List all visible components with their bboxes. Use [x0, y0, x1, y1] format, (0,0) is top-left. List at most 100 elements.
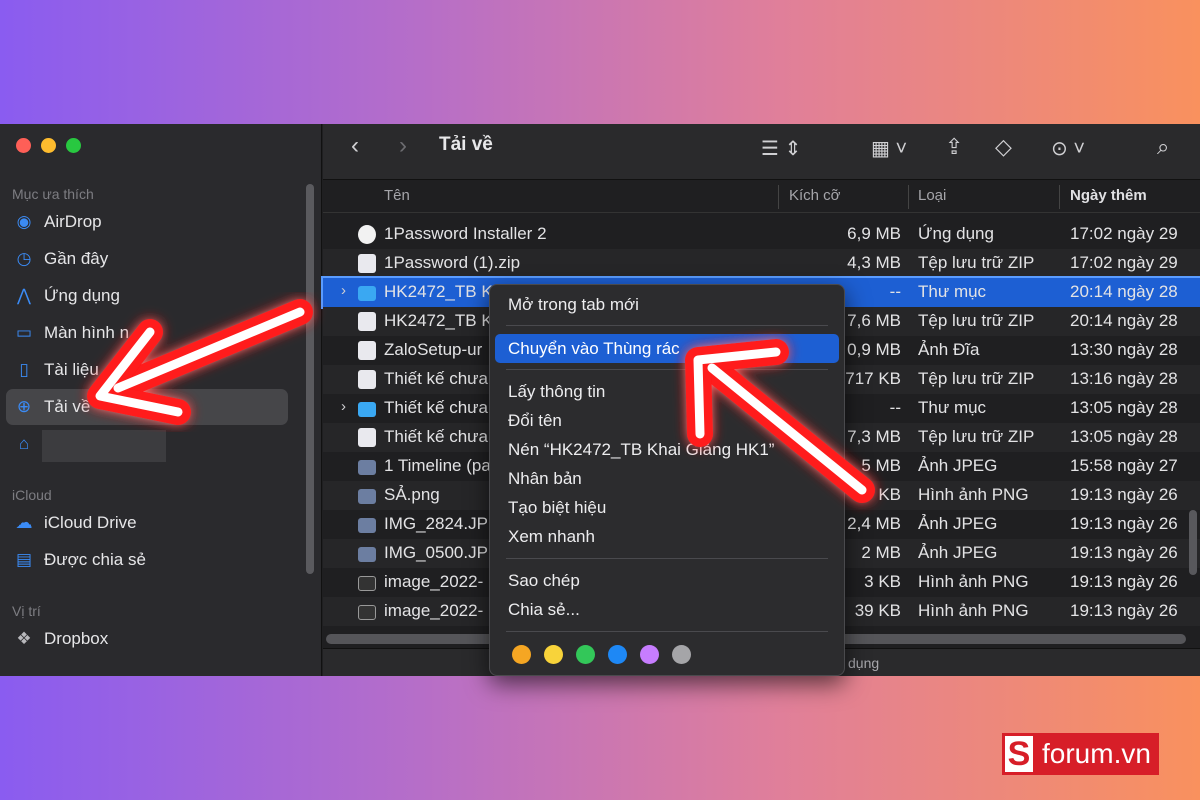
applications-icon: ⋀	[17, 286, 31, 305]
app-icon	[358, 225, 376, 244]
image-icon	[358, 489, 376, 504]
desktop-icon: ▭	[15, 323, 33, 342]
menu-item-rename[interactable]: Đổi tên	[495, 406, 839, 435]
redacted-username	[42, 430, 166, 462]
zoom-button[interactable]	[66, 138, 81, 153]
menu-item-duplicate[interactable]: Nhân bản	[495, 464, 839, 493]
forward-icon[interactable]: ›	[399, 132, 407, 160]
sidebar-item-desktop[interactable]: ▭ Màn hình n	[6, 315, 288, 351]
sidebar-item-icloud-drive[interactable]: ☁ iCloud Drive	[6, 505, 288, 541]
vertical-scrollbar[interactable]	[1189, 510, 1197, 575]
menu-item-make-alias[interactable]: Tạo biệt hiệu	[495, 493, 839, 522]
menu-item-copy[interactable]: Sao chép	[495, 566, 839, 595]
folder-icon	[358, 402, 376, 417]
file-kind: Ảnh JPEG	[918, 456, 998, 475]
tag-purple[interactable]	[640, 645, 659, 664]
file-date: 19:13 ngày 26	[1070, 572, 1178, 591]
menu-item-move-to-trash[interactable]: Chuyển vào Thùng rác	[495, 334, 839, 363]
file-kind: Tệp lưu trữ ZIP	[918, 253, 1035, 272]
sidebar-scrollbar[interactable]	[306, 184, 314, 574]
home-icon: ⌂	[18, 434, 30, 453]
menu-item-quick-look[interactable]: Xem nhanh	[495, 522, 839, 551]
sidebar-section-locations: Vị trí	[12, 603, 41, 619]
sidebar-item-applications[interactable]: ⋀ Ứng dụng	[6, 278, 288, 314]
logo-mark: S	[1002, 733, 1036, 775]
tag-yellow[interactable]	[544, 645, 563, 664]
sidebar-section-favorites: Mục ưa thích	[12, 186, 94, 202]
file-date: 20:14 ngày 28	[1070, 282, 1178, 301]
file-name: Thiết kế chưa	[384, 427, 488, 446]
sidebar-item-airdrop[interactable]: ◉ AirDrop	[6, 204, 288, 240]
close-button[interactable]	[16, 138, 31, 153]
clock-icon: ◷	[16, 249, 32, 268]
file-date: 19:13 ngày 26	[1070, 514, 1178, 533]
sidebar-item-label: Tài liệu	[44, 360, 99, 379]
back-icon[interactable]: ‹	[351, 132, 359, 160]
column-size[interactable]: Kích cỡ	[789, 187, 841, 204]
sidebar-item-label: Tải về	[44, 397, 91, 416]
tag-gray[interactable]	[672, 645, 691, 664]
file-kind: Hình ảnh PNG	[918, 572, 1029, 591]
sidebar-item-label: AirDrop	[44, 212, 102, 231]
column-header: Tên Kích cỡ Loại Ngày thêm	[323, 181, 1200, 213]
file-name: Thiết kế chưa	[384, 369, 488, 388]
group-icon[interactable]: ▦ ˅	[871, 136, 907, 161]
column-name[interactable]: Tên	[384, 187, 410, 204]
file-name: HK2472_TB K	[384, 311, 493, 330]
sidebar-item-shared[interactable]: ▤ Được chia sẻ	[6, 542, 288, 578]
sidebar-item-label: Gần đây	[44, 249, 109, 268]
file-date: 13:16 ngày 28	[1070, 369, 1178, 388]
menu-item-open-in-new-tab[interactable]: Mở trong tab mới	[495, 290, 839, 319]
tag-icon[interactable]: ◇	[995, 134, 1012, 160]
minimize-button[interactable]	[41, 138, 56, 153]
file-name: IMG_2824.JP	[384, 514, 488, 533]
file-kind: Thư mục	[918, 398, 987, 417]
disclosure-chevron-icon[interactable]: ›	[341, 282, 346, 299]
column-date-added[interactable]: Ngày thêm	[1070, 187, 1147, 204]
tag-orange[interactable]	[512, 645, 531, 664]
more-actions-icon[interactable]: ⊙ ˅	[1051, 136, 1085, 161]
sidebar-item-downloads[interactable]: ⊕ Tải về	[6, 389, 288, 425]
file-kind: Ứng dụng	[918, 224, 994, 243]
zip-icon	[358, 312, 376, 331]
file-size: 4,3 MB	[847, 253, 901, 272]
file-name: image_2022-	[384, 572, 484, 591]
file-name: IMG_0500.JP	[384, 543, 488, 562]
image-icon	[358, 547, 376, 562]
file-name: 1Password (1).zip	[384, 253, 521, 272]
list-view-icon[interactable]: ☰ ⇕	[761, 136, 801, 161]
window-controls	[16, 138, 81, 153]
tag-blue[interactable]	[608, 645, 627, 664]
sidebar-item-documents[interactable]: ▯ Tài liệu	[6, 352, 288, 388]
menu-item-compress[interactable]: Nén “HK2472_TB Khai Giảng HK1”	[495, 435, 839, 464]
image-icon	[358, 605, 376, 620]
menu-item-share[interactable]: Chia sẻ...	[495, 595, 839, 624]
shared-folder-icon: ▤	[15, 550, 33, 569]
image-icon	[358, 460, 376, 475]
menu-item-get-info[interactable]: Lấy thông tin	[495, 377, 839, 406]
window-title: Tải về	[439, 134, 493, 155]
file-name: ZaloSetup-ur	[384, 340, 483, 359]
share-icon[interactable]: ⇪	[945, 134, 963, 160]
table-row[interactable]: 1Password Installer 2 6,9 MB Ứng dụng 17…	[323, 220, 1200, 249]
document-icon: ▯	[19, 360, 29, 379]
file-name: 1 Timeline (pa	[384, 456, 491, 475]
download-icon: ⊕	[16, 397, 32, 416]
disclosure-chevron-icon[interactable]: ›	[341, 398, 346, 415]
sidebar-item-label: Màn hình n	[44, 323, 130, 342]
file-date: 13:30 ngày 28	[1070, 340, 1178, 359]
file-name: image_2022-	[384, 601, 484, 620]
file-kind: Tệp lưu trữ ZIP	[918, 369, 1035, 388]
status-text: dụng	[848, 655, 880, 671]
disk-image-icon	[358, 341, 376, 360]
column-kind[interactable]: Loại	[918, 187, 946, 204]
table-row[interactable]: 1Password (1).zip 4,3 MB Tệp lưu trữ ZIP…	[323, 249, 1200, 278]
file-date: 13:05 ngày 28	[1070, 427, 1178, 446]
search-icon[interactable]: ⌕	[1157, 134, 1169, 160]
tag-green[interactable]	[576, 645, 595, 664]
image-icon	[358, 576, 376, 591]
folder-icon	[358, 286, 376, 301]
sidebar-item-dropbox[interactable]: ❖ Dropbox	[6, 621, 288, 657]
file-name: 1Password Installer 2	[384, 224, 547, 243]
sidebar-item-recents[interactable]: ◷ Gần đây	[6, 241, 288, 277]
